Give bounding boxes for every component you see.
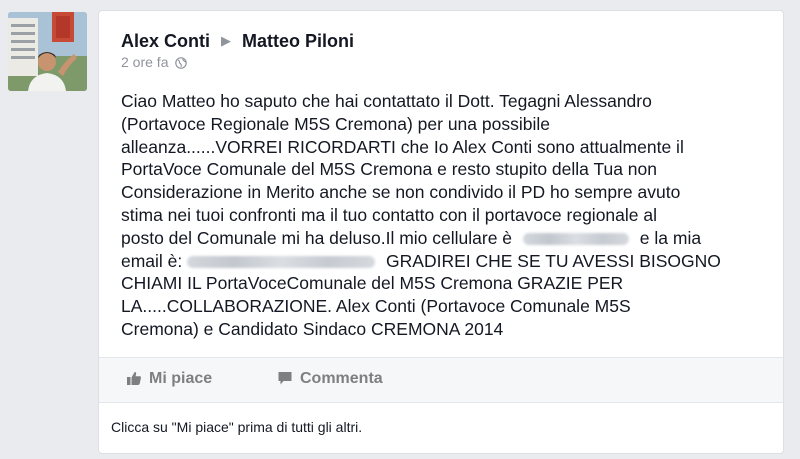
author-name[interactable]: Alex Conti bbox=[121, 31, 210, 51]
message-text: e la mia bbox=[639, 227, 702, 248]
globe-icon bbox=[175, 56, 188, 72]
post-message: Ciao Matteo ho saputo che hai contattato… bbox=[121, 90, 771, 341]
comment-button[interactable]: Commenta bbox=[277, 370, 383, 388]
message-line: (Portavoce Regionale M5S Cremona) per un… bbox=[121, 113, 550, 134]
profile-photo bbox=[8, 12, 87, 91]
message-text: GRADIREI CHE SE TU AVESSI BISOGNO bbox=[386, 250, 721, 271]
like-label: Mi piace bbox=[149, 370, 213, 387]
post-meta: 2 ore fa bbox=[121, 54, 188, 72]
message-line: email è: GRADIREI CHE SE TU AVESSI BISOG… bbox=[121, 250, 771, 273]
message-text: posto del Comunale mi ha deluso.Il mio c… bbox=[121, 227, 513, 248]
message-line: stima nei tuoi confronti ma il tuo conta… bbox=[121, 204, 657, 225]
thumbs-up-icon bbox=[127, 372, 141, 385]
message-line: Ciao Matteo ho saputo che hai contattato… bbox=[121, 91, 652, 111]
arrow-right-icon: ▶ bbox=[221, 33, 232, 48]
message-line: alleanza......VORREI RICORDARTI che Io A… bbox=[121, 136, 684, 157]
message-line: posto del Comunale mi ha deluso.Il mio c… bbox=[121, 227, 771, 250]
comment-icon bbox=[278, 372, 292, 385]
comment-label: Commenta bbox=[300, 370, 383, 387]
message-line: LA.....COLLABORAZIONE. Alex Conti (Porta… bbox=[121, 296, 631, 317]
recipient-name[interactable]: Matteo Piloni bbox=[242, 31, 354, 51]
redacted-email bbox=[187, 255, 376, 268]
like-prompt: Clicca su "Mi piace" prima di tutti gli … bbox=[111, 419, 363, 435]
message-line: CHIAMI IL PortaVoceComunale del M5S Crem… bbox=[121, 273, 624, 294]
message-line: Cremona) e Candidato Sindaco CREMONA 201… bbox=[121, 318, 504, 339]
redacted-phone bbox=[522, 233, 629, 246]
message-line: PortaVoce Comunale del M5S Cremona e res… bbox=[121, 159, 658, 180]
message-text: email è: bbox=[121, 250, 183, 271]
post-header: Alex Conti ▶ Matteo Piloni bbox=[121, 31, 354, 52]
author-avatar[interactable] bbox=[8, 12, 87, 91]
post-card: Alex Conti ▶ Matteo Piloni 2 ore fa Ciao… bbox=[98, 10, 784, 454]
post-actions: Mi piace Commenta bbox=[99, 357, 783, 403]
like-button[interactable]: Mi piace bbox=[126, 370, 212, 388]
post-timestamp[interactable]: 2 ore fa bbox=[121, 54, 168, 70]
message-line: Considerazione in Merito anche se non co… bbox=[121, 182, 681, 203]
